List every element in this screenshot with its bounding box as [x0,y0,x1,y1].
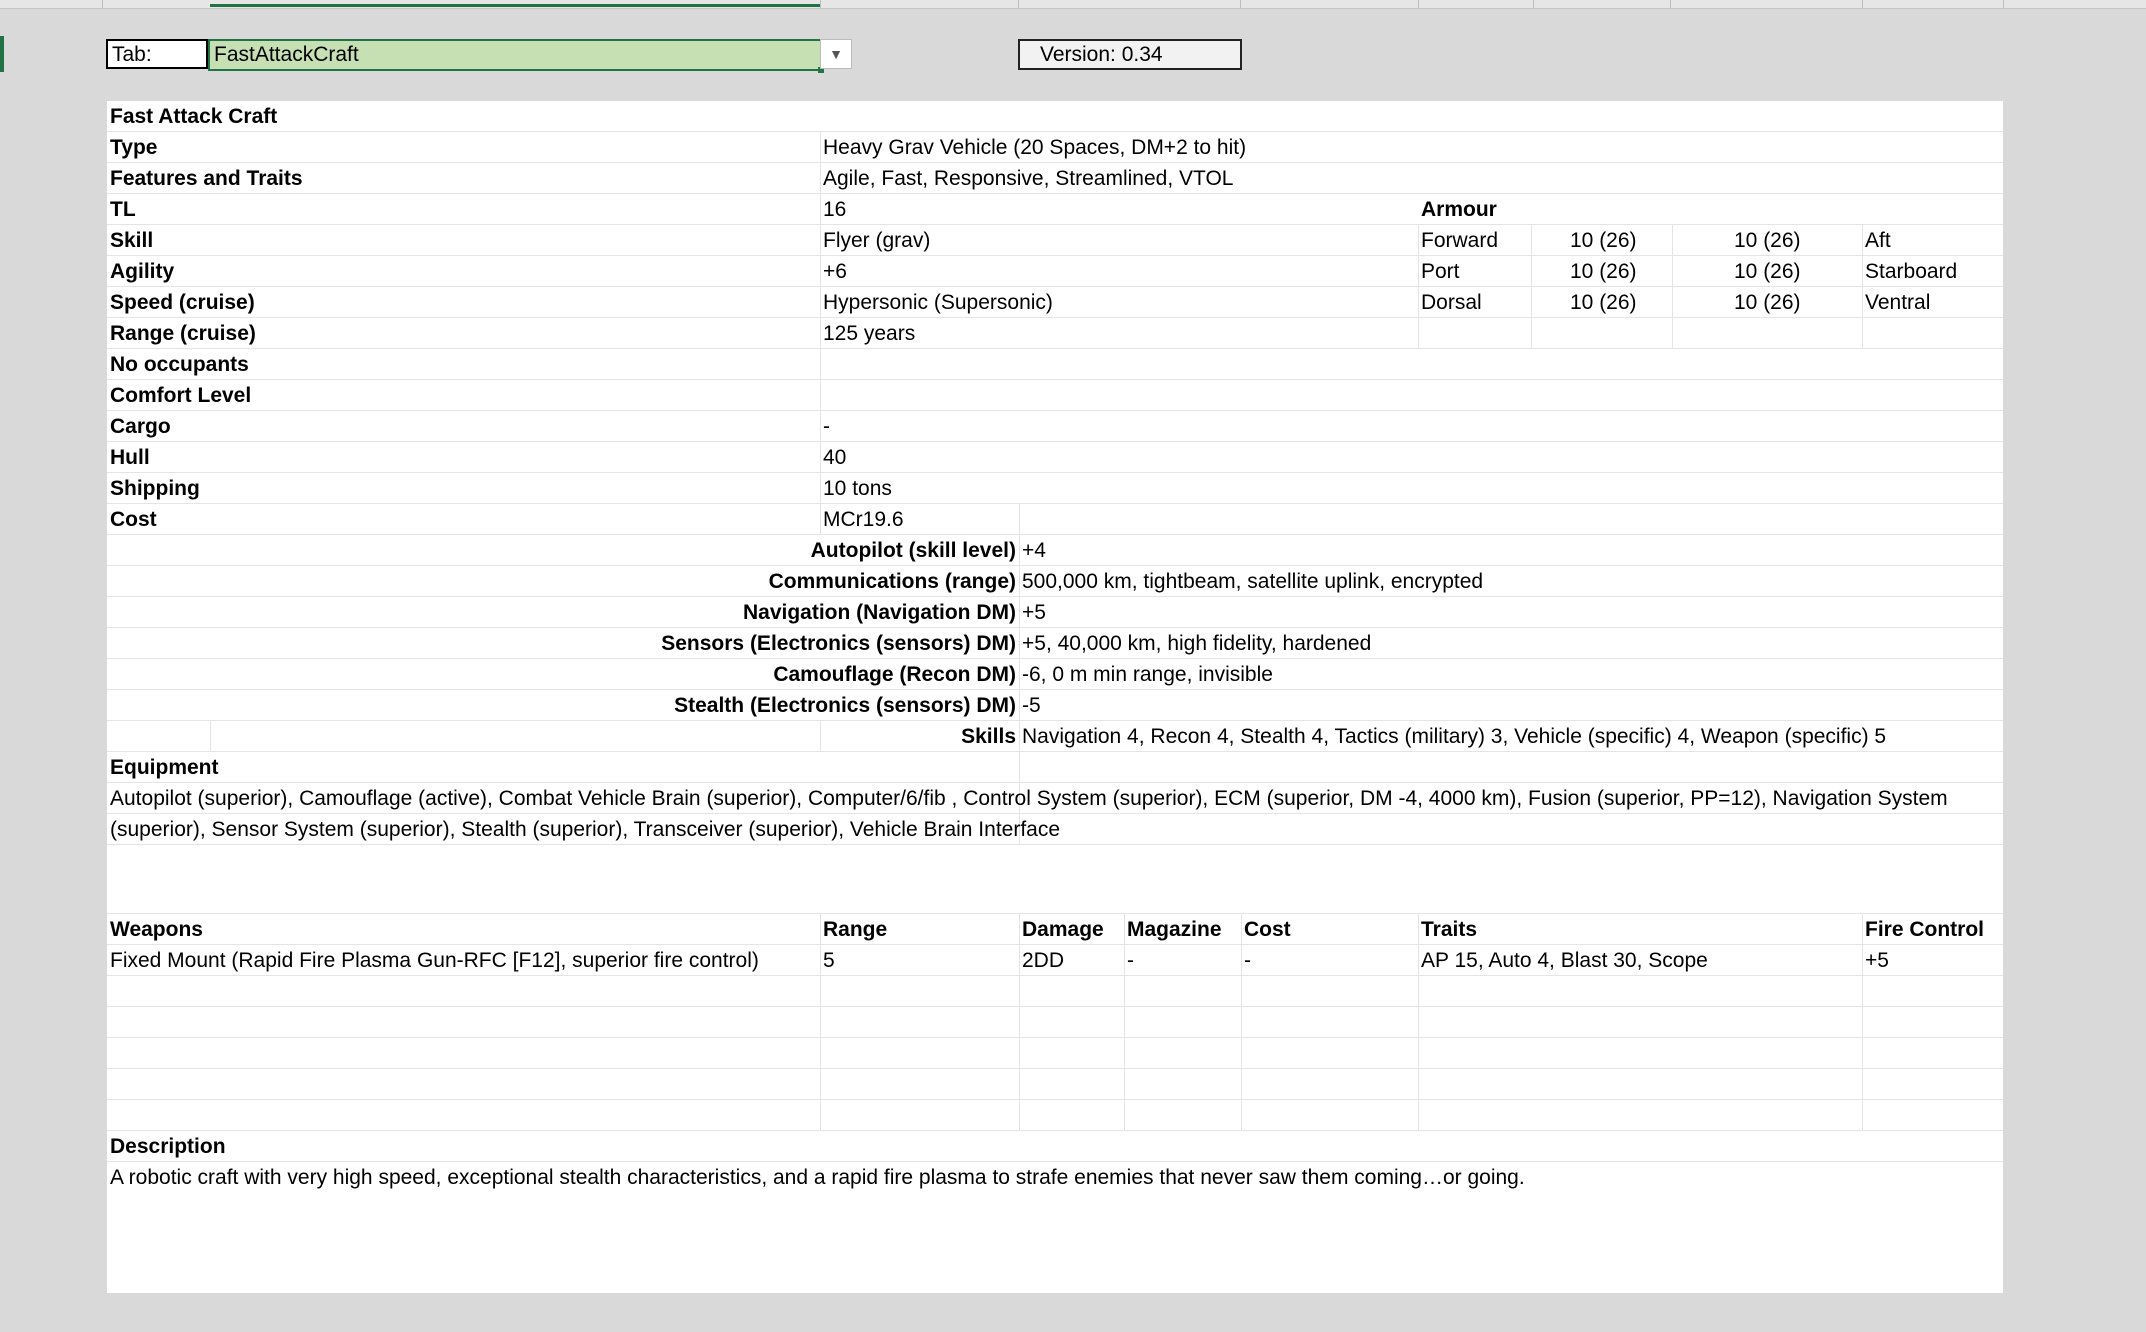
active-sheet-indicator [210,4,820,7]
stat-value-skill: Flyer (grav) [823,229,931,252]
stat-value-speed: Hypersonic (Supersonic) [823,291,1053,314]
weapon-damage: 2DD [1022,949,1065,972]
sheet-tab-strip [0,0,2146,9]
armour-aft-label: Aft [1865,229,1891,252]
system-label-stealth: Stealth (Electronics (sensors) DM) [674,694,1016,717]
tab-label: Tab: [106,39,208,69]
weapon-range: 5 [823,949,835,972]
system-label-navigation: Navigation (Navigation DM) [742,601,1016,624]
system-label-skills: Skills [961,725,1016,748]
system-label-camouflage: Camouflage (Recon DM) [773,663,1016,686]
weapon-magazine: - [1127,949,1134,972]
tab-select-cell[interactable]: FastAttackCraft [208,39,824,73]
armour-forward-value: 10 (26) [1570,229,1637,252]
stat-value-comfort [820,380,826,411]
stat-label-tl: TL [110,198,136,221]
weapon-fire-control: +5 [1865,949,1889,972]
system-label-autopilot: Autopilot (skill level) [810,539,1016,562]
weapons-header-weapons: Weapons [110,918,203,941]
weapon-traits: AP 15, Auto 4, Blast 30, Scope [1421,949,1708,972]
weapons-header-fire-control: Fire Control [1865,918,1984,941]
stat-value-range: 125 years [823,322,916,345]
description-text: A robotic craft with very high speed, ex… [110,1166,1525,1189]
system-value-camouflage: -6, 0 m min range, invisible [1022,663,1273,686]
system-label-communications: Communications (range) [768,570,1016,593]
system-value-autopilot: +4 [1022,539,1046,562]
stat-label-cargo: Cargo [110,415,171,438]
armour-dorsal-label: Dorsal [1421,291,1482,314]
armour-starboard-value: 10 (26) [1734,260,1801,283]
stat-value-cost: MCr19.6 [823,508,904,531]
armour-starboard-label: Starboard [1865,260,1958,283]
armour-ventral-label: Ventral [1865,291,1931,314]
stat-label-type: Type [110,136,158,159]
armour-title: Armour [1421,198,1497,221]
weapons-header-range: Range [823,918,888,941]
equipment-text: Autopilot (superior), Camouflage (active… [110,787,1948,841]
stat-label-cost: Cost [110,508,157,531]
weapons-header-cost: Cost [1244,918,1291,941]
weapons-header-damage: Damage [1022,918,1104,941]
armour-port-label: Port [1421,260,1460,283]
armour-ventral-value: 10 (26) [1734,291,1801,314]
stat-label-hull: Hull [110,446,150,469]
stat-value-features: Agile, Fast, Responsive, Streamlined, VT… [823,167,1234,190]
system-value-navigation: +5 [1022,601,1046,624]
vehicle-sheet: Fast Attack Craft Type Features and Trai… [107,101,2003,1293]
tab-select-value: FastAttackCraft [214,43,359,66]
system-label-sensors: Sensors (Electronics (sensors) DM) [661,632,1016,655]
stat-value-agility: +6 [823,260,847,283]
stat-label-features: Features and Traits [110,167,303,190]
armour-aft-value: 10 (26) [1734,229,1801,252]
description-title: Description [110,1135,226,1158]
armour-dorsal-value: 10 (26) [1570,291,1637,314]
armour-port-value: 10 (26) [1570,260,1637,283]
equipment-title: Equipment [110,756,219,779]
system-value-sensors: +5, 40,000 km, high fidelity, hardened [1022,632,1372,655]
stat-value-shipping: 10 tons [823,477,892,500]
stat-label-shipping: Shipping [110,477,200,500]
weapon-name: Fixed Mount (Rapid Fire Plasma Gun-RFC [… [110,949,759,972]
weapons-header-traits: Traits [1421,918,1478,941]
stat-value-type: Heavy Grav Vehicle (20 Spaces, DM+2 to h… [823,136,1247,159]
stat-label-comfort: Comfort Level [110,384,252,407]
stat-label-skill: Skill [110,229,154,252]
stat-value-hull: 40 [823,446,847,469]
armour-forward-label: Forward [1421,229,1499,252]
row-selection-indicator [0,36,4,72]
weapon-cost: - [1244,949,1251,972]
stat-label-speed: Speed (cruise) [110,291,255,314]
weapons-header-magazine: Magazine [1127,918,1222,941]
stat-label-agility: Agility [110,260,175,283]
stat-value-tl: 16 [823,198,847,221]
chevron-down-icon[interactable]: ▼ [820,39,852,69]
craft-title: Fast Attack Craft [110,105,278,128]
system-value-skills: Navigation 4, Recon 4, Stealth 4, Tactic… [1022,725,1887,748]
version-label: Version: 0.34 [1018,39,1242,70]
stat-value-occupants [820,349,826,380]
system-value-stealth: -5 [1022,694,1041,717]
stat-label-occupants: No occupants [110,353,249,376]
system-value-communications: 500,000 km, tightbeam, satellite uplink,… [1022,570,1484,593]
stat-label-range: Range (cruise) [110,322,256,345]
stat-value-cargo: - [823,415,830,438]
